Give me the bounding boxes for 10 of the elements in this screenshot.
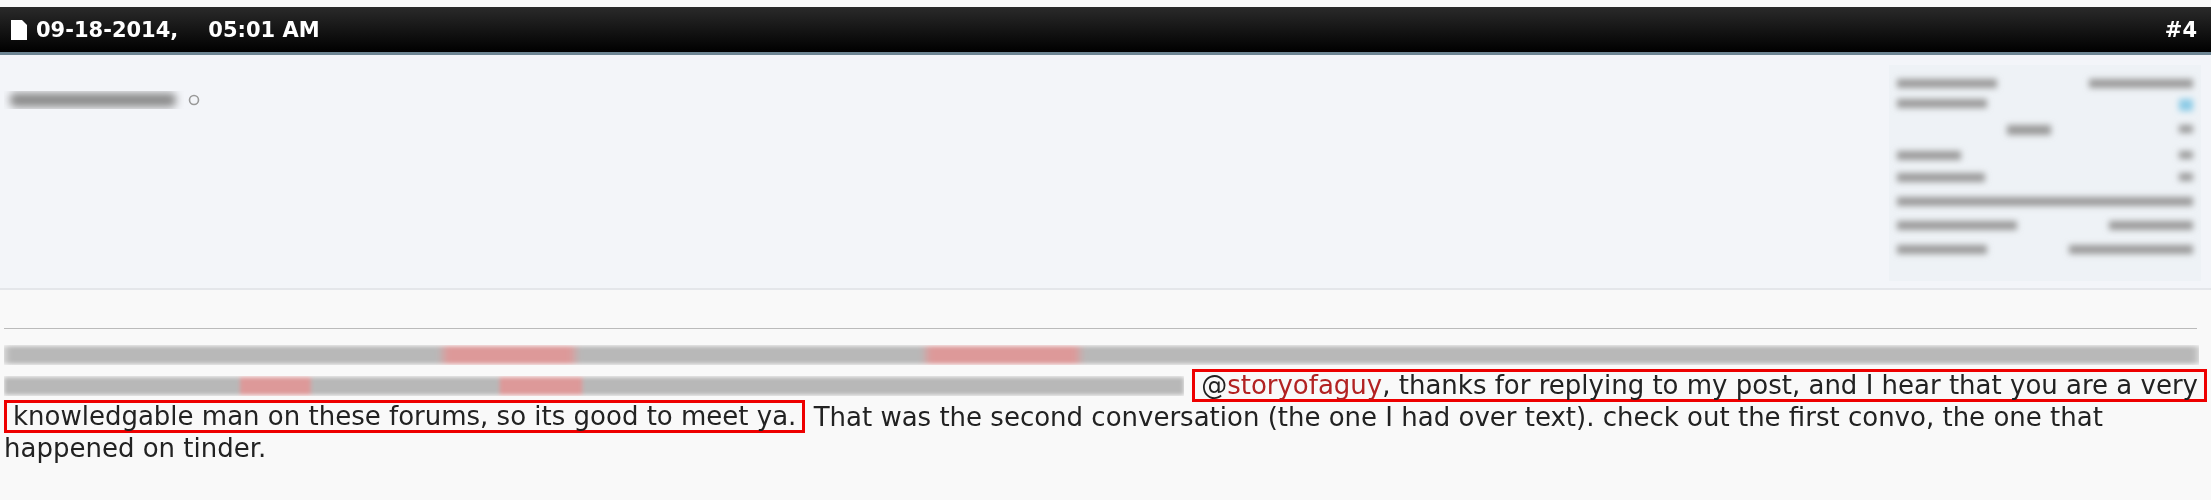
post-text: happened on tinder.	[4, 432, 267, 463]
post-date: 09-18-2014,	[36, 17, 179, 42]
document-icon	[10, 18, 28, 41]
mention-link[interactable]: storyofaguy	[1227, 370, 1383, 400]
post-time: 05:01 AM	[208, 17, 320, 42]
status-circle-icon	[188, 94, 200, 106]
highlighted-text: @storyofaguy, thanks for replying to my post, and I hear that you are a very	[1192, 369, 2207, 402]
post-text: That was the second conversation (the one I had over text). check out the first convo, the one that	[812, 401, 2103, 432]
highlighted-text: knowledgable man on these forums, so its good to meet ya.	[4, 400, 806, 433]
post-number-link[interactable]: #4	[2164, 17, 2197, 42]
